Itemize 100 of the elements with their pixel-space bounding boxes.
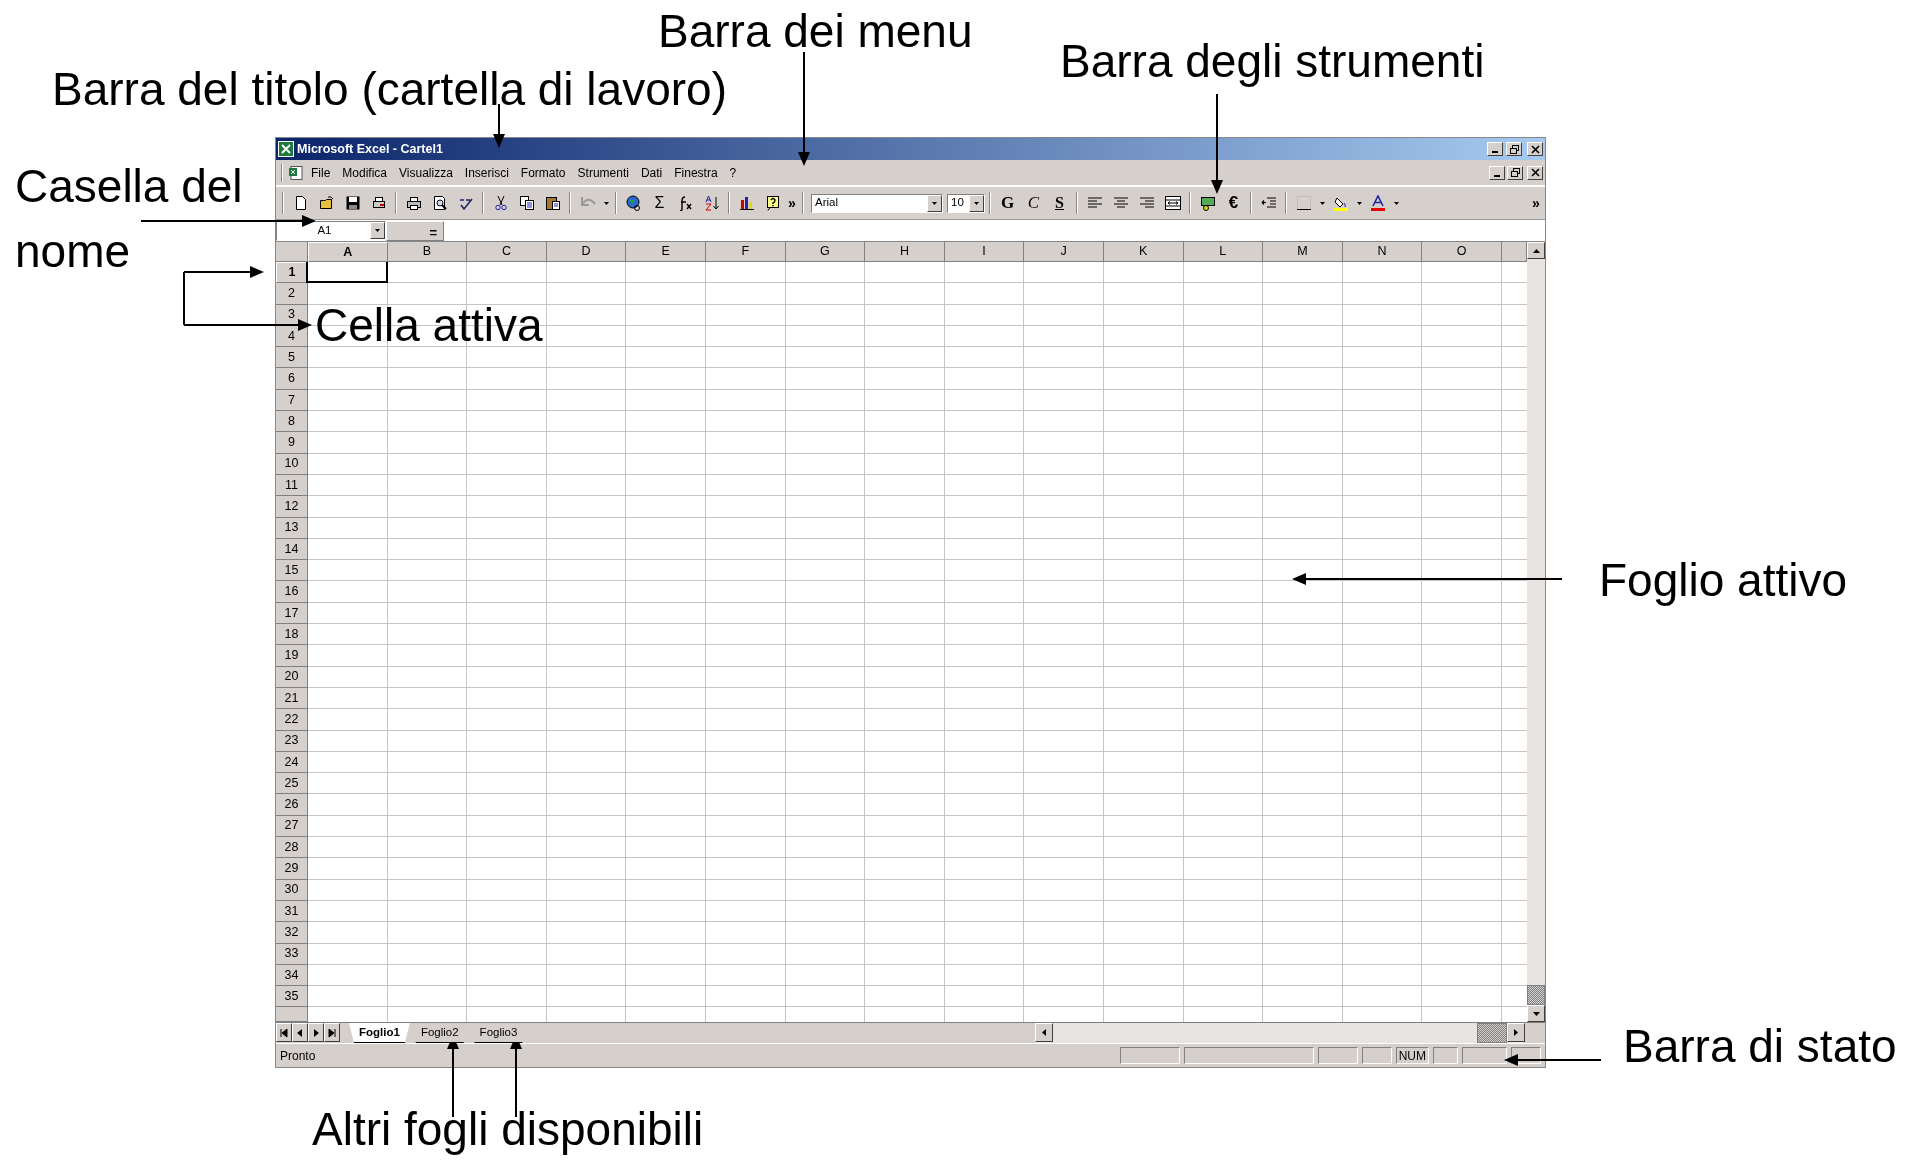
menu-item[interactable]: Dati: [635, 163, 668, 182]
font-size-field[interactable]: 10: [947, 193, 985, 213]
column-header[interactable]: G: [785, 242, 866, 262]
row-header[interactable]: 17: [276, 602, 308, 625]
row-header[interactable]: 1: [276, 262, 308, 284]
name-box[interactable]: A1: [276, 220, 386, 241]
row-header[interactable]: 9: [276, 432, 308, 454]
row-header[interactable]: 20: [276, 666, 308, 688]
row-header[interactable]: 2: [276, 283, 308, 305]
column-header[interactable]: C: [467, 242, 547, 262]
printer-icon: [405, 195, 422, 211]
menu-item[interactable]: Finestra: [669, 163, 723, 182]
restore-icon: [1508, 143, 1520, 155]
row-header[interactable]: 34: [276, 964, 308, 987]
row-header[interactable]: 27: [276, 815, 308, 837]
row-header[interactable]: 19: [276, 645, 308, 667]
column-header[interactable]: I: [944, 242, 1025, 262]
close-button[interactable]: [1527, 142, 1543, 156]
menu-item[interactable]: Modifica: [337, 163, 393, 182]
more-tools-button[interactable]: »: [1530, 192, 1542, 214]
row-header[interactable]: 23: [276, 730, 308, 752]
column-header[interactable]: N: [1342, 242, 1423, 262]
italic-button[interactable]: C: [1021, 192, 1046, 214]
font-name-field[interactable]: Arial: [811, 193, 943, 213]
euro-button[interactable]: €: [1221, 192, 1246, 214]
restore-button[interactable]: [1507, 165, 1523, 180]
bold-button[interactable]: G: [995, 192, 1020, 214]
printer-mail-icon: [370, 195, 387, 211]
column-header[interactable]: E: [626, 242, 706, 262]
menu-item[interactable]: ?: [724, 163, 742, 182]
menu-item[interactable]: Inserisci: [459, 163, 514, 182]
minimize-button[interactable]: [1487, 142, 1503, 156]
right-arrow-icon: [311, 1027, 321, 1038]
previous-sheet-button[interactable]: [292, 1023, 308, 1042]
scroll-up-button[interactable]: [1527, 242, 1545, 259]
row-header[interactable]: 6: [276, 368, 308, 390]
column-header[interactable]: O: [1422, 242, 1502, 262]
row-header[interactable]: 24: [276, 751, 308, 774]
first-sheet-button[interactable]: [276, 1023, 292, 1042]
vertical-scrollbar[interactable]: [1527, 242, 1545, 1022]
column-header[interactable]: B: [387, 242, 468, 262]
restore-button[interactable]: [1506, 142, 1522, 156]
row-header[interactable]: 22: [276, 709, 308, 731]
minimize-button[interactable]: [1489, 165, 1505, 180]
scroll-down-button[interactable]: [1527, 1005, 1545, 1022]
row-header[interactable]: 10: [276, 453, 308, 475]
row-header[interactable]: 11: [276, 474, 308, 497]
row-header[interactable]: 29: [276, 858, 308, 880]
row-header[interactable]: 21: [276, 687, 308, 710]
row-header[interactable]: 5: [276, 347, 308, 369]
menu-item[interactable]: Visualizza: [394, 163, 458, 182]
font-color-icon: [1369, 195, 1386, 211]
left-arrow-icon: [1042, 1029, 1046, 1036]
menu-item[interactable]: Strumenti: [572, 163, 634, 182]
underline-button[interactable]: S: [1047, 192, 1072, 214]
row-header[interactable]: 33: [276, 943, 308, 965]
workbook-icon[interactable]: [288, 164, 304, 181]
row-header[interactable]: 14: [276, 538, 308, 561]
sheet-tab[interactable]: Foglio1: [349, 1023, 410, 1043]
column-header[interactable]: F: [705, 242, 786, 262]
down-arrow-icon: [1532, 1011, 1540, 1016]
row-header[interactable]: 32: [276, 922, 308, 944]
column-header[interactable]: D: [546, 242, 627, 262]
menu-item[interactable]: Formato: [515, 163, 571, 182]
sum-button[interactable]: Σ: [647, 192, 672, 214]
row-header[interactable]: 25: [276, 773, 308, 795]
column-header[interactable]: J: [1024, 242, 1104, 262]
row-header[interactable]: 28: [276, 837, 308, 859]
more-tools-button[interactable]: »: [786, 192, 798, 214]
row-header[interactable]: 35: [276, 986, 308, 1008]
corner-button[interactable]: [276, 242, 308, 262]
row-header[interactable]: 7: [276, 389, 308, 412]
column-header[interactable]: A: [308, 242, 388, 262]
row-header[interactable]: 13: [276, 517, 308, 539]
row-header[interactable]: 18: [276, 624, 308, 646]
row-header[interactable]: 30: [276, 879, 308, 901]
row-header[interactable]: 26: [276, 794, 308, 816]
next-sheet-button[interactable]: [308, 1023, 324, 1042]
row-header[interactable]: 15: [276, 560, 308, 582]
scroll-left-button[interactable]: [1035, 1023, 1053, 1042]
right-arrow-icon: [1514, 1029, 1518, 1036]
column-header[interactable]: H: [865, 242, 945, 262]
active-cell[interactable]: [306, 262, 388, 284]
row-header[interactable]: 12: [276, 496, 308, 518]
scrollbar-thumb[interactable]: [1477, 1023, 1507, 1043]
menu-item[interactable]: File: [306, 163, 336, 182]
scroll-right-button[interactable]: [1507, 1023, 1525, 1042]
equals-button[interactable]: =: [386, 220, 444, 241]
column-header[interactable]: M: [1263, 242, 1343, 262]
align-center-icon: [1112, 195, 1129, 211]
close-button[interactable]: [1527, 165, 1543, 180]
last-sheet-button[interactable]: [324, 1023, 340, 1042]
horizontal-scrollbar[interactable]: [1035, 1023, 1525, 1043]
row-header[interactable]: 31: [276, 900, 308, 923]
column-header[interactable]: K: [1103, 242, 1184, 262]
print-preview-icon: [431, 195, 448, 211]
row-header[interactable]: 8: [276, 411, 308, 433]
row-header[interactable]: 16: [276, 581, 308, 603]
scrollbar-thumb[interactable]: [1527, 985, 1545, 1005]
column-header[interactable]: L: [1183, 242, 1264, 262]
